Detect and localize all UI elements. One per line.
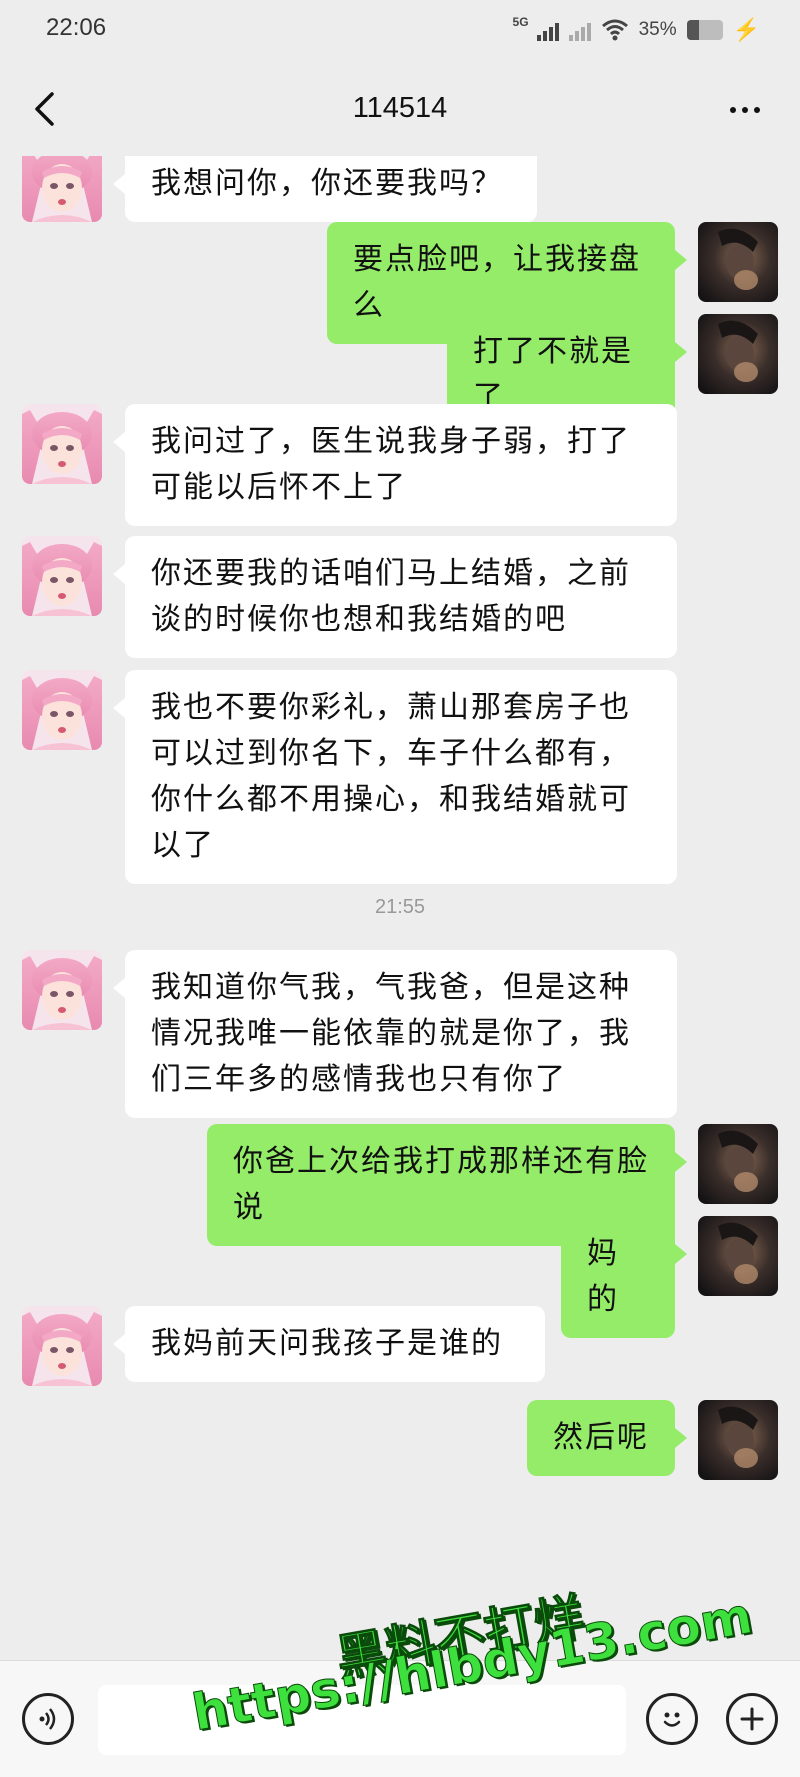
more-button[interactable] [720,92,770,128]
user-avatar[interactable] [698,314,778,394]
message-row: 我也不要你彩礼，萧山那套房子也可以过到你名下，车子什么都有，你什么都不用操心，和… [0,670,800,884]
wifi-icon [601,19,628,41]
contact-avatar[interactable] [22,536,102,616]
input-bar [0,1660,800,1777]
contact-avatar[interactable] [22,950,102,1030]
voice-button[interactable] [22,1693,74,1745]
status-icons: 5G 35% ⚡ [513,14,760,46]
battery-percent: 35% [638,19,677,40]
status-time: 22:06 [46,14,107,41]
user-avatar[interactable] [698,1124,778,1204]
contact-avatar[interactable] [22,404,102,484]
message-row: 要点脸吧，让我接盘么 [0,222,800,344]
signal-secondary-icon [568,19,591,41]
message-bubble-incoming[interactable]: 我想问你，你还要我吗？ [113,156,537,222]
message-input[interactable] [98,1685,626,1755]
message-row: 我问过了，医生说我身子弱，打了可能以后怀不上了 [0,404,800,526]
contact-avatar[interactable] [22,156,102,222]
message-bubble-incoming[interactable]: 我知道你气我，气我爸，但是这种情况我唯一能依靠的就是你了，我们三年多的感情我也只… [113,950,677,1118]
signal-icon [536,19,559,41]
plus-icon [740,1707,764,1731]
user-avatar[interactable] [698,1216,778,1296]
emoji-button[interactable] [646,1693,698,1745]
more-dot-icon [730,107,736,113]
more-dot-icon [754,107,760,113]
message-bubble-incoming[interactable]: 你还要我的话咱们马上结婚，之前谈的时候你也想和我结婚的吧 [113,536,677,658]
status-bar: 22:06 5G 35% ⚡ [0,0,800,62]
emoji-icon [663,1712,681,1727]
chat-header: 114514 [0,62,800,156]
message-bubble-outgoing[interactable]: 然后呢 [527,1400,687,1476]
message-timestamp: 21:55 [374,896,426,918]
charging-icon: ⚡ [732,17,760,42]
contact-avatar[interactable] [22,670,102,750]
message-list[interactable]: 我想问你，你还要我吗？ 要点脸吧，让我接盘么 打了不就是了 我问过了，医生说我身… [0,156,800,1646]
message-row: 我知道你气我，气我爸，但是这种情况我唯一能依靠的就是你了，我们三年多的感情我也只… [0,950,800,1118]
plus-button[interactable] [726,1693,778,1745]
contact-avatar[interactable] [22,1306,102,1386]
user-avatar[interactable] [698,1400,778,1480]
message-row: 妈的 [0,1216,800,1338]
more-dot-icon [742,107,748,113]
message-row: 我想问你，你还要我吗？ [0,156,800,232]
message-row: 我妈前天问我孩子是谁的 [0,1306,800,1388]
message-bubble-incoming[interactable]: 我也不要你彩礼，萧山那套房子也可以过到你名下，车子什么都有，你什么都不用操心，和… [113,670,677,884]
message-bubble-incoming[interactable]: 我问过了，医生说我身子弱，打了可能以后怀不上了 [113,404,677,526]
message-row: 然后呢 [0,1400,800,1482]
message-row: 打了不就是了 [0,314,800,436]
message-bubble-incoming[interactable]: 我妈前天问我孩子是谁的 [113,1306,545,1382]
chat-title: 114514 [352,92,448,124]
user-avatar[interactable] [698,222,778,302]
battery-icon [686,20,723,40]
voice-icon [39,1708,56,1730]
network-label: 5G [512,15,529,29]
message-row: 你还要我的话咱们马上结婚，之前谈的时候你也想和我结婚的吧 [0,536,800,658]
message-row: 你爸上次给我打成那样还有脸说 [0,1124,800,1246]
